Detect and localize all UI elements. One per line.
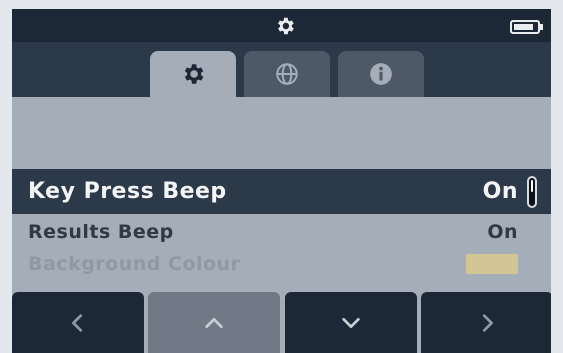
tab-language[interactable] (244, 51, 330, 97)
chevron-down-icon (342, 317, 360, 328)
setting-value: On (487, 221, 518, 243)
info-icon (370, 63, 392, 85)
navigation-bar (12, 292, 551, 353)
tab-bar (12, 42, 551, 97)
colour-swatch (466, 254, 518, 274)
chevron-left-icon (72, 313, 83, 332)
device-screen: Key Press Beep On Results Beep On Backgr… (12, 9, 551, 353)
battery-icon (510, 20, 543, 34)
status-bar (12, 9, 551, 42)
setting-value: On (482, 179, 518, 204)
tab-settings[interactable] (150, 51, 236, 97)
gear-icon (278, 17, 294, 35)
nav-left-button[interactable] (12, 292, 144, 353)
nav-right-button[interactable] (421, 292, 551, 353)
content-spacer (12, 97, 551, 169)
setting-label: Background Colour (28, 253, 241, 275)
setting-label: Results Beep (28, 221, 174, 243)
nav-up-button[interactable] (148, 292, 280, 353)
gear-icon (184, 64, 204, 84)
nav-down-button[interactable] (285, 292, 417, 353)
tab-info[interactable] (338, 51, 424, 97)
setting-label: Key Press Beep (28, 179, 227, 204)
scroll-indicator[interactable] (527, 176, 537, 208)
setting-row-key-press-beep[interactable]: Key Press Beep On (12, 169, 551, 214)
chevron-right-icon (482, 313, 493, 332)
chevron-up-icon (205, 317, 223, 328)
globe-icon (276, 63, 298, 85)
setting-row-background-colour[interactable]: Background Colour (12, 249, 551, 279)
setting-row-results-beep[interactable]: Results Beep On (12, 216, 551, 248)
scroll-thumb[interactable] (531, 180, 533, 192)
